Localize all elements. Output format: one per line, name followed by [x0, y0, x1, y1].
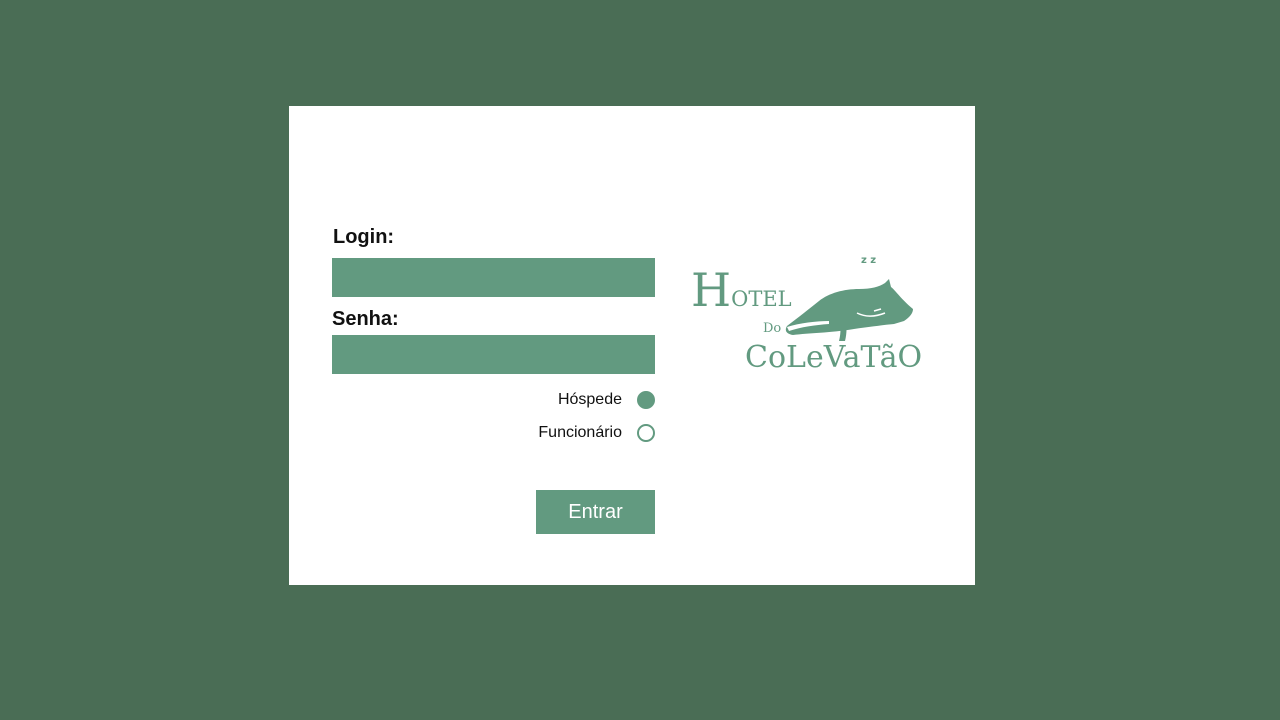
- login-label: Login:: [333, 226, 395, 248]
- zz-text: z z: [861, 255, 876, 266]
- radio-button-funcionario[interactable]: [637, 424, 655, 442]
- radio-button-hospede[interactable]: [637, 391, 655, 409]
- logo-do-text: Do: [763, 321, 781, 336]
- logo-hotel-initial: H: [691, 263, 731, 317]
- senha-input[interactable]: [332, 335, 655, 374]
- radio-option-funcionario[interactable]: Funcionário: [538, 424, 655, 442]
- entrar-button[interactable]: Entrar: [536, 490, 655, 534]
- hotel-logo: z z HOTEL Do CoLeVaTãO: [689, 251, 924, 376]
- logo-hotel-rest: OTEL: [731, 287, 792, 311]
- logo-hotel-text: HOTEL: [691, 263, 792, 317]
- senha-label: Senha:: [332, 308, 399, 330]
- logo-colevatao-text: CoLeVaTãO: [745, 340, 922, 375]
- radio-label-hospede: Hóspede: [557, 391, 622, 408]
- sleeping-dog-icon: [785, 279, 913, 341]
- login-input[interactable]: [332, 258, 655, 297]
- radio-label-funcionario: Funcionário: [538, 424, 622, 441]
- login-card: Login: Senha: Hóspede Funcionário Entrar…: [289, 106, 975, 585]
- hotel-logo-graphic: z z HOTEL Do CoLeVaTãO: [691, 255, 922, 375]
- radio-option-hospede[interactable]: Hóspede: [558, 391, 655, 409]
